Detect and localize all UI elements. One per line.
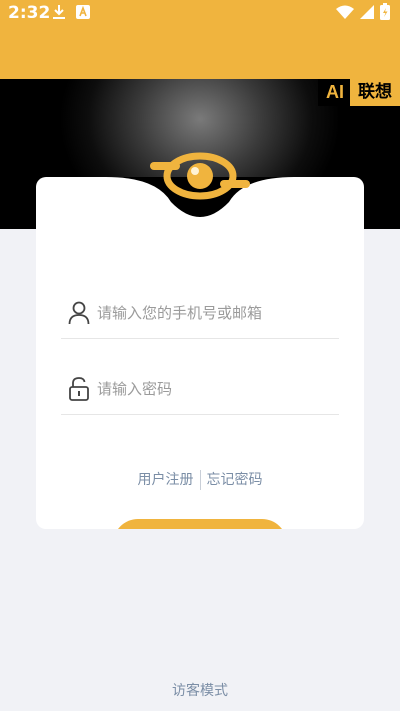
password-input[interactable]	[97, 376, 337, 402]
battery-charging-icon	[380, 3, 390, 20]
status-time: 2:32	[8, 3, 51, 23]
wifi-icon	[336, 5, 354, 19]
account-input[interactable]	[97, 300, 337, 326]
auth-links: 用户注册 忘记密码	[0, 469, 400, 490]
password-field	[61, 362, 339, 415]
brand-name-label: 联想	[350, 79, 400, 106]
unlock-icon	[69, 377, 89, 401]
brand-ai-label: AI	[318, 79, 350, 106]
links-divider	[199, 470, 201, 490]
brand-badge: AI 联想	[318, 79, 400, 106]
login-button[interactable]	[113, 519, 287, 529]
account-field	[61, 286, 339, 339]
user-icon	[68, 301, 90, 325]
signal-icon	[360, 4, 374, 19]
status-bar: 2:32	[0, 0, 400, 79]
guest-mode-link[interactable]: 访客模式	[0, 680, 400, 700]
app-logo-icon	[150, 152, 250, 200]
download-icon	[53, 5, 65, 19]
forgot-password-link[interactable]: 忘记密码	[207, 472, 263, 488]
register-link[interactable]: 用户注册	[138, 472, 194, 488]
a-notification-icon	[76, 5, 90, 19]
